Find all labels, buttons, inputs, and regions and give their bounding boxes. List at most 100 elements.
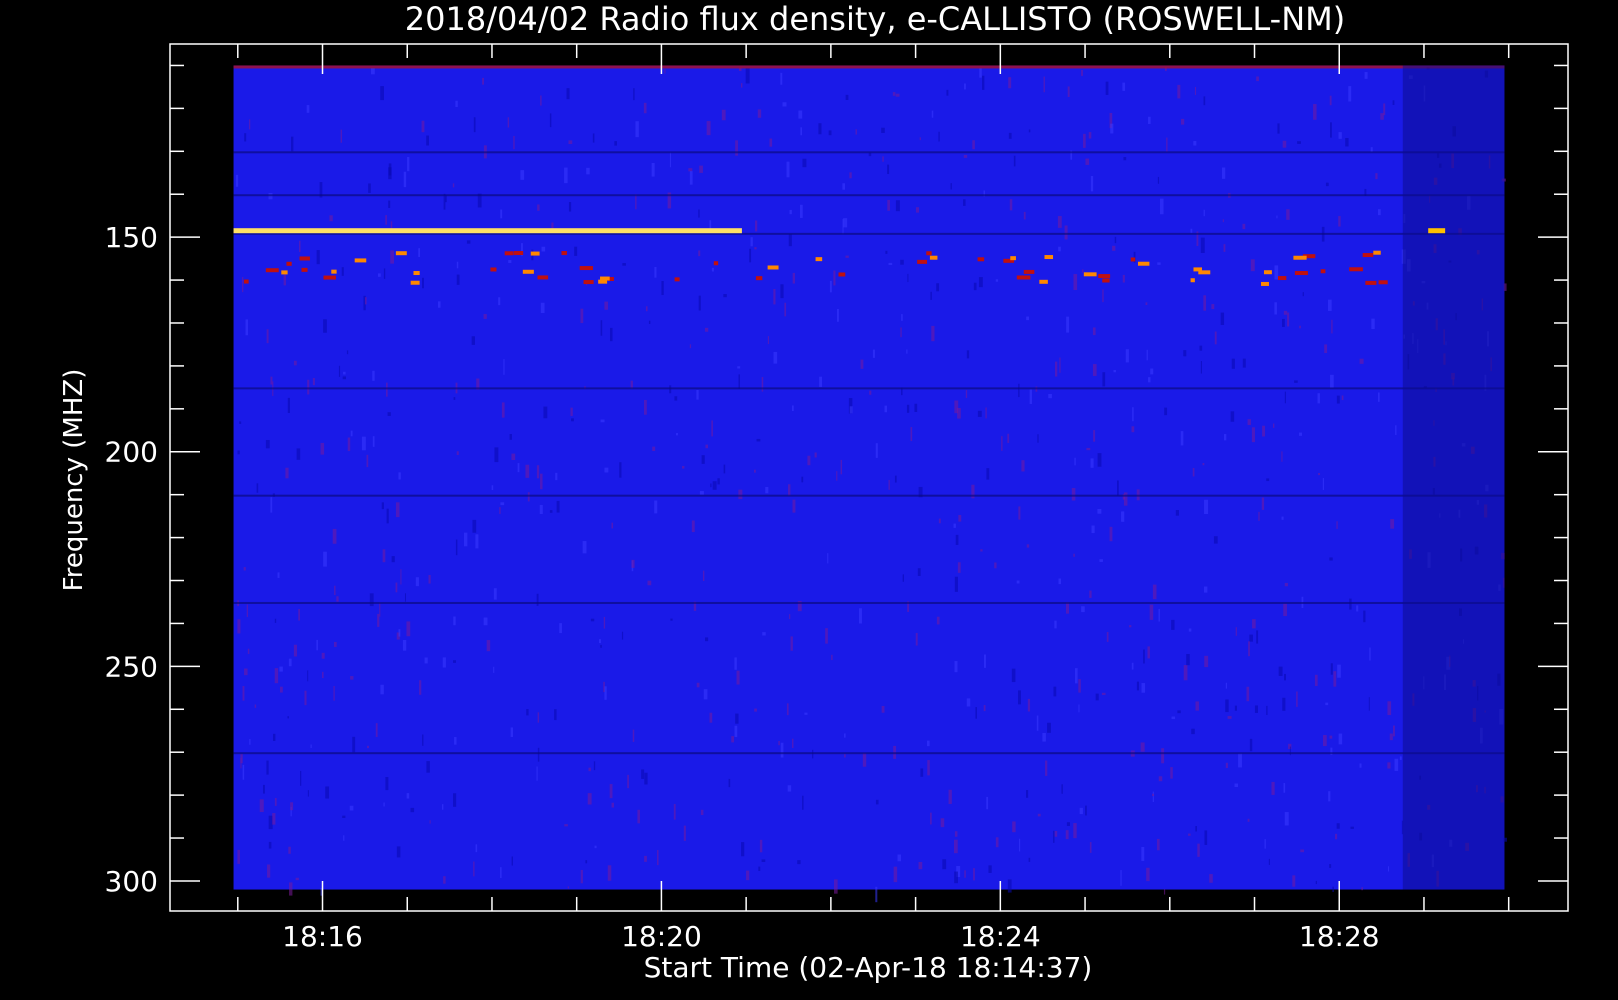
- noise-mark: [493, 666, 495, 673]
- noise-mark: [1387, 701, 1392, 716]
- noise-mark: [341, 267, 344, 276]
- noise-mark: [657, 850, 659, 866]
- noise-mark: [443, 876, 446, 884]
- noise-mark: [242, 764, 245, 780]
- noise-mark: [1200, 361, 1203, 374]
- noise-mark: [1247, 818, 1250, 822]
- burst-mark: [490, 267, 497, 272]
- noise-mark: [814, 452, 817, 458]
- noise-mark: [689, 171, 693, 185]
- noise-mark: [350, 430, 353, 437]
- burst-mark: [767, 265, 779, 270]
- noise-mark: [881, 127, 885, 133]
- noise-mark: [1387, 866, 1390, 872]
- noise-mark: [350, 676, 354, 680]
- noise-mark: [1054, 361, 1058, 377]
- burst-mark: [537, 275, 549, 280]
- noise-mark: [396, 846, 401, 858]
- noise-mark: [306, 105, 310, 113]
- noise-mark: [1282, 140, 1287, 148]
- noise-mark: [926, 740, 930, 747]
- noise-mark: [1322, 478, 1325, 490]
- noise-mark: [536, 465, 540, 479]
- noise-mark: [789, 209, 792, 215]
- noise-mark: [312, 378, 315, 386]
- noise-mark: [1066, 822, 1070, 827]
- noise-mark: [1106, 632, 1109, 642]
- noise-mark: [1177, 84, 1181, 99]
- noise-mark: [594, 845, 597, 849]
- noise-mark: [1332, 886, 1334, 892]
- noise-mark: [1356, 605, 1359, 612]
- noise-mark: [1292, 875, 1296, 887]
- noise-mark: [637, 809, 640, 824]
- noise-mark: [600, 320, 603, 336]
- noise-mark: [954, 871, 958, 884]
- noise-mark: [1281, 451, 1283, 462]
- noise-mark: [1287, 312, 1290, 327]
- noise-mark: [940, 818, 945, 828]
- noise-mark: [371, 68, 375, 75]
- y-axis-title: Frequency (MHZ): [59, 369, 89, 592]
- noise-mark: [1008, 132, 1012, 139]
- noise-mark: [1152, 584, 1157, 600]
- noise-mark: [1158, 608, 1160, 622]
- noise-mark: [1284, 812, 1289, 826]
- noise-mark: [1336, 521, 1338, 529]
- noise-mark: [1200, 237, 1205, 254]
- noise-mark: [849, 172, 852, 179]
- noise-mark: [237, 619, 241, 634]
- noise-mark: [1361, 887, 1363, 891]
- burst-mark: [1098, 274, 1111, 279]
- noise-mark: [498, 297, 501, 306]
- noise-mark: [704, 327, 709, 332]
- noise-mark: [277, 572, 280, 578]
- noise-mark: [1036, 715, 1039, 731]
- noise-mark: [377, 613, 380, 627]
- noise-mark: [833, 270, 836, 286]
- noise-mark: [1313, 104, 1317, 120]
- noise-mark: [316, 250, 320, 265]
- noise-mark: [239, 421, 242, 424]
- noise-mark: [1011, 668, 1016, 683]
- noise-mark: [1131, 662, 1134, 670]
- noise-mark: [1105, 81, 1109, 95]
- noise-mark: [728, 778, 731, 788]
- noise-mark: [1209, 874, 1213, 883]
- noise-mark: [361, 436, 366, 451]
- noise-mark: [1027, 698, 1031, 712]
- noise-mark: [424, 657, 428, 664]
- noise-mark: [1099, 559, 1103, 562]
- noise-mark: [802, 795, 804, 810]
- noise-mark: [453, 793, 457, 807]
- noise-mark: [1029, 389, 1032, 404]
- noise-mark: [240, 753, 243, 764]
- noise-mark: [1336, 395, 1340, 404]
- noise-mark: [1180, 431, 1184, 446]
- band-streak: [233, 494, 1505, 497]
- noise-mark: [735, 140, 738, 156]
- noise-mark: [1097, 508, 1102, 514]
- noise-mark: [1296, 691, 1298, 707]
- noise-mark: [380, 86, 384, 101]
- burst-mark: [1044, 255, 1054, 260]
- noise-mark: [731, 736, 735, 743]
- noise-mark: [975, 707, 977, 719]
- burst-mark: [513, 251, 524, 256]
- burst-mark: [1362, 253, 1374, 258]
- burst-mark: [530, 251, 540, 256]
- noise-mark: [332, 528, 337, 544]
- noise-mark: [1132, 407, 1134, 422]
- noise-mark: [609, 327, 613, 342]
- noise-mark: [963, 199, 966, 206]
- noise-mark: [698, 209, 700, 218]
- noise-mark: [456, 261, 459, 269]
- noise-mark: [272, 813, 276, 825]
- noise-mark: [288, 658, 292, 667]
- noise-mark: [844, 753, 846, 758]
- noise-mark: [242, 277, 244, 293]
- noise-mark: [441, 804, 444, 810]
- noise-mark: [1067, 86, 1070, 97]
- noise-mark: [635, 121, 639, 138]
- noise-mark: [342, 815, 346, 818]
